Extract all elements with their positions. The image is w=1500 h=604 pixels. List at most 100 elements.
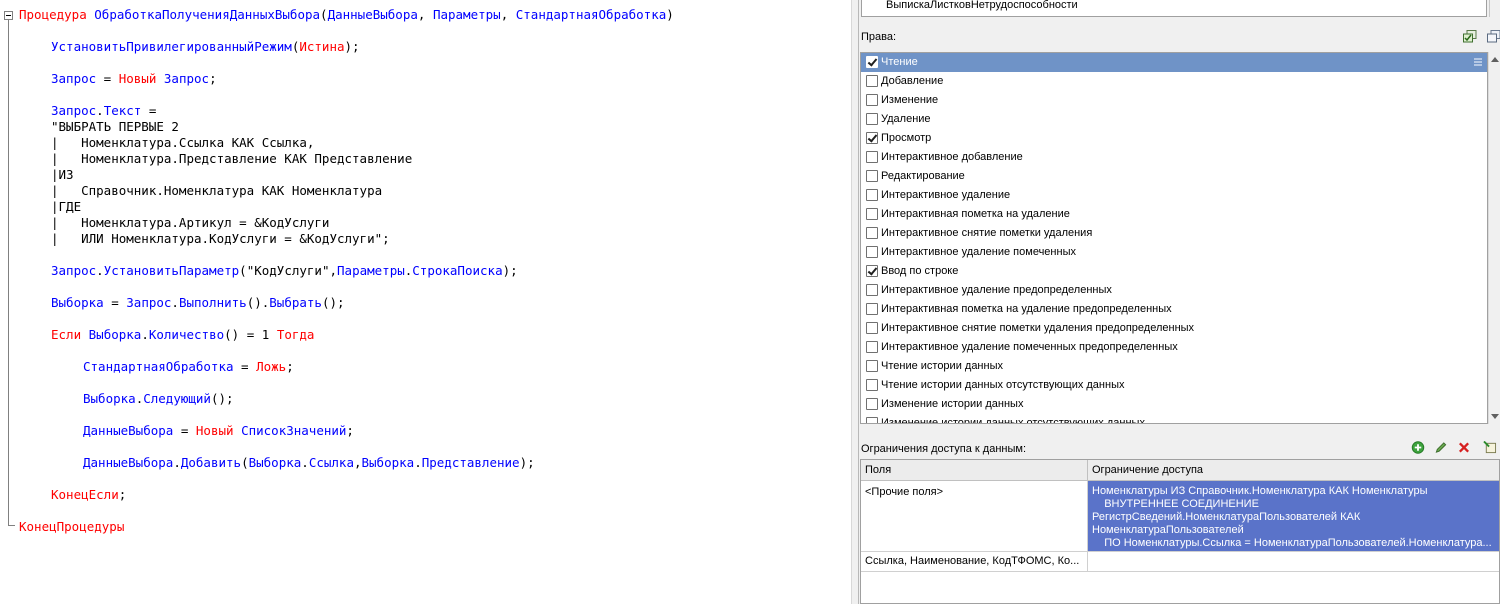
scroll-down-arrow-icon[interactable] [1491, 414, 1499, 419]
table-cell-fields[interactable]: <Прочие поля> [861, 481, 1088, 552]
rights-checkbox[interactable] [866, 189, 878, 201]
rights-item[interactable]: Изменение [861, 91, 1487, 110]
set-all-rights-icon[interactable] [1463, 30, 1477, 43]
restriction-text-line: РегистрСведений.НоменклатураПользователе… [1092, 511, 1361, 523]
column-header-restriction[interactable]: Ограничение доступа [1088, 460, 1499, 481]
code-editor[interactable]: Процедура ОбработкаПолученияДанныхВыбора… [0, 0, 851, 604]
rights-checkbox[interactable] [866, 284, 878, 296]
rights-item[interactable]: Интерактивная пометка на удаление [861, 205, 1487, 224]
rights-item[interactable]: Чтение истории данных отсутствующих данн… [861, 376, 1487, 395]
code-token: Запрос [126, 295, 172, 310]
code-line: |ИЗ [51, 167, 74, 183]
list-options-icon[interactable] [1473, 57, 1483, 67]
rights-item[interactable]: Интерактивная пометка на удаление предоп… [861, 300, 1487, 319]
restrictions-table[interactable]: Поля Ограничение доступа <Прочие поля> Н… [860, 459, 1500, 604]
rights-checkbox[interactable] [866, 379, 878, 391]
rights-item[interactable]: Удаление [861, 110, 1487, 129]
rights-checkbox[interactable] [866, 341, 878, 353]
rights-item[interactable]: Добавление [861, 72, 1487, 91]
objects-list-item[interactable]: ВыпискаЛистковНетрудоспособности [886, 0, 1078, 11]
rights-item[interactable]: Редактирование [861, 167, 1487, 186]
table-cell-restriction[interactable] [1088, 552, 1499, 572]
rights-item[interactable]: Интерактивное удаление предопределенных [861, 281, 1487, 300]
rights-checkbox[interactable] [866, 94, 878, 106]
rights-checkbox[interactable] [866, 208, 878, 220]
rights-item[interactable]: Интерактивное добавление [861, 148, 1487, 167]
column-header-fields[interactable]: Поля [861, 460, 1088, 481]
rights-checkbox[interactable] [866, 398, 878, 410]
rights-checkbox[interactable] [866, 303, 878, 315]
rights-checkbox[interactable] [866, 132, 878, 144]
rights-item-label: Интерактивное удаление [881, 189, 1011, 201]
code-token: Запрос [163, 71, 210, 86]
code-token: ДанныеВыбора [83, 455, 174, 470]
delete-restriction-icon[interactable] [1457, 441, 1471, 454]
rights-item-label: Чтение [881, 56, 918, 68]
rights-item[interactable]: Чтение [861, 53, 1487, 72]
code-token: ); [344, 39, 360, 54]
rights-list[interactable]: Чтение Добавление Изменение Удаление Просмот… [860, 52, 1488, 424]
code-token: Параметры [337, 263, 405, 278]
code-line: Если Выборка.Количество() = 1 Тогда [51, 327, 314, 343]
rights-checkbox[interactable] [866, 170, 878, 182]
rights-checkbox[interactable] [866, 265, 878, 277]
rights-item[interactable]: Изменение истории данных [861, 395, 1487, 414]
rights-item[interactable]: Просмотр [861, 129, 1487, 148]
rights-scrollbar[interactable] [1488, 52, 1500, 424]
rights-item[interactable]: Изменение истории данных отсутствующих д… [861, 414, 1487, 423]
rights-item[interactable]: Интерактивное снятие пометки удаления [861, 224, 1487, 243]
rights-item[interactable]: Ввод по строке [861, 262, 1487, 281]
code-line: "ВЫБРАТЬ ПЕРВЫЕ 2 [51, 119, 179, 135]
code-token: |ИЗ [51, 167, 74, 182]
rights-item[interactable]: Интерактивное удаление помеченных [861, 243, 1487, 262]
code-token: (); [321, 295, 345, 310]
objects-list-scrollbar[interactable] [1489, 0, 1500, 17]
access-rights-panel: ВыпискаЛистковНетрудоспособности Права: … [859, 0, 1500, 604]
rights-checkbox[interactable] [866, 151, 878, 163]
code-token: = [96, 71, 119, 86]
code-token: . [96, 263, 104, 278]
scroll-up-arrow-icon[interactable] [1491, 57, 1499, 62]
rights-checkbox[interactable] [866, 322, 878, 334]
clear-rights-icon[interactable] [1487, 30, 1500, 43]
edit-restriction-icon[interactable] [1434, 441, 1448, 454]
rights-item-label: Изменение истории данных [881, 398, 1024, 410]
rights-checkbox[interactable] [866, 227, 878, 239]
objects-list[interactable]: ВыпискаЛистковНетрудоспособности [861, 0, 1487, 17]
code-line: ДанныеВыбора = Новый СписокЗначений; [83, 423, 354, 439]
code-token: Выполнить [178, 295, 247, 310]
rights-checkbox[interactable] [866, 56, 878, 68]
rights-checkbox[interactable] [866, 417, 878, 423]
code-token: | Номенклатура.Артикул = &КодУслуги [51, 215, 330, 230]
table-cell-fields[interactable]: Ссылка, Наименование, КодТФОМС, Ко... [861, 552, 1088, 572]
code-token: () = 1 [224, 327, 277, 342]
collapse-toggle-icon[interactable] [4, 11, 13, 20]
code-token: ( [241, 455, 249, 470]
code-token: = [173, 423, 196, 438]
rights-item-label: Интерактивная пометка на удаление [881, 208, 1070, 220]
rights-item[interactable]: Интерактивное удаление [861, 186, 1487, 205]
rights-checkbox[interactable] [866, 360, 878, 372]
rights-item[interactable]: Чтение истории данных [861, 357, 1487, 376]
rights-checkbox[interactable] [866, 75, 878, 87]
rights-checkbox[interactable] [866, 246, 878, 258]
rights-item[interactable]: Интерактивное снятие пометки удаления пр… [861, 319, 1487, 338]
code-line: КонецЕсли; [51, 487, 126, 503]
code-token: "КодУслуги" [246, 263, 330, 278]
add-restriction-icon[interactable] [1411, 441, 1425, 454]
code-token: = [103, 295, 127, 310]
restriction-constructor-icon[interactable] [1483, 441, 1497, 454]
code-token: СтандартнаяОбработка [515, 7, 667, 22]
code-token: ); [519, 455, 535, 470]
code-token: (). [246, 295, 270, 310]
code-token: Ссылка [308, 455, 354, 470]
rights-item[interactable]: Интерактивное удаление помеченных предоп… [861, 338, 1487, 357]
panel-splitter[interactable] [851, 0, 859, 604]
code-line: |ГДЕ [51, 199, 81, 215]
table-cell-restriction[interactable]: Номенклатуры ИЗ Справочник.Номенклатура … [1088, 481, 1499, 552]
rights-checkbox[interactable] [866, 113, 878, 125]
code-token: . [301, 455, 309, 470]
code-token: | Справочник.Номенклатура КАК Номенклату… [51, 183, 383, 198]
code-token: СтрокаПоиска [412, 263, 503, 278]
